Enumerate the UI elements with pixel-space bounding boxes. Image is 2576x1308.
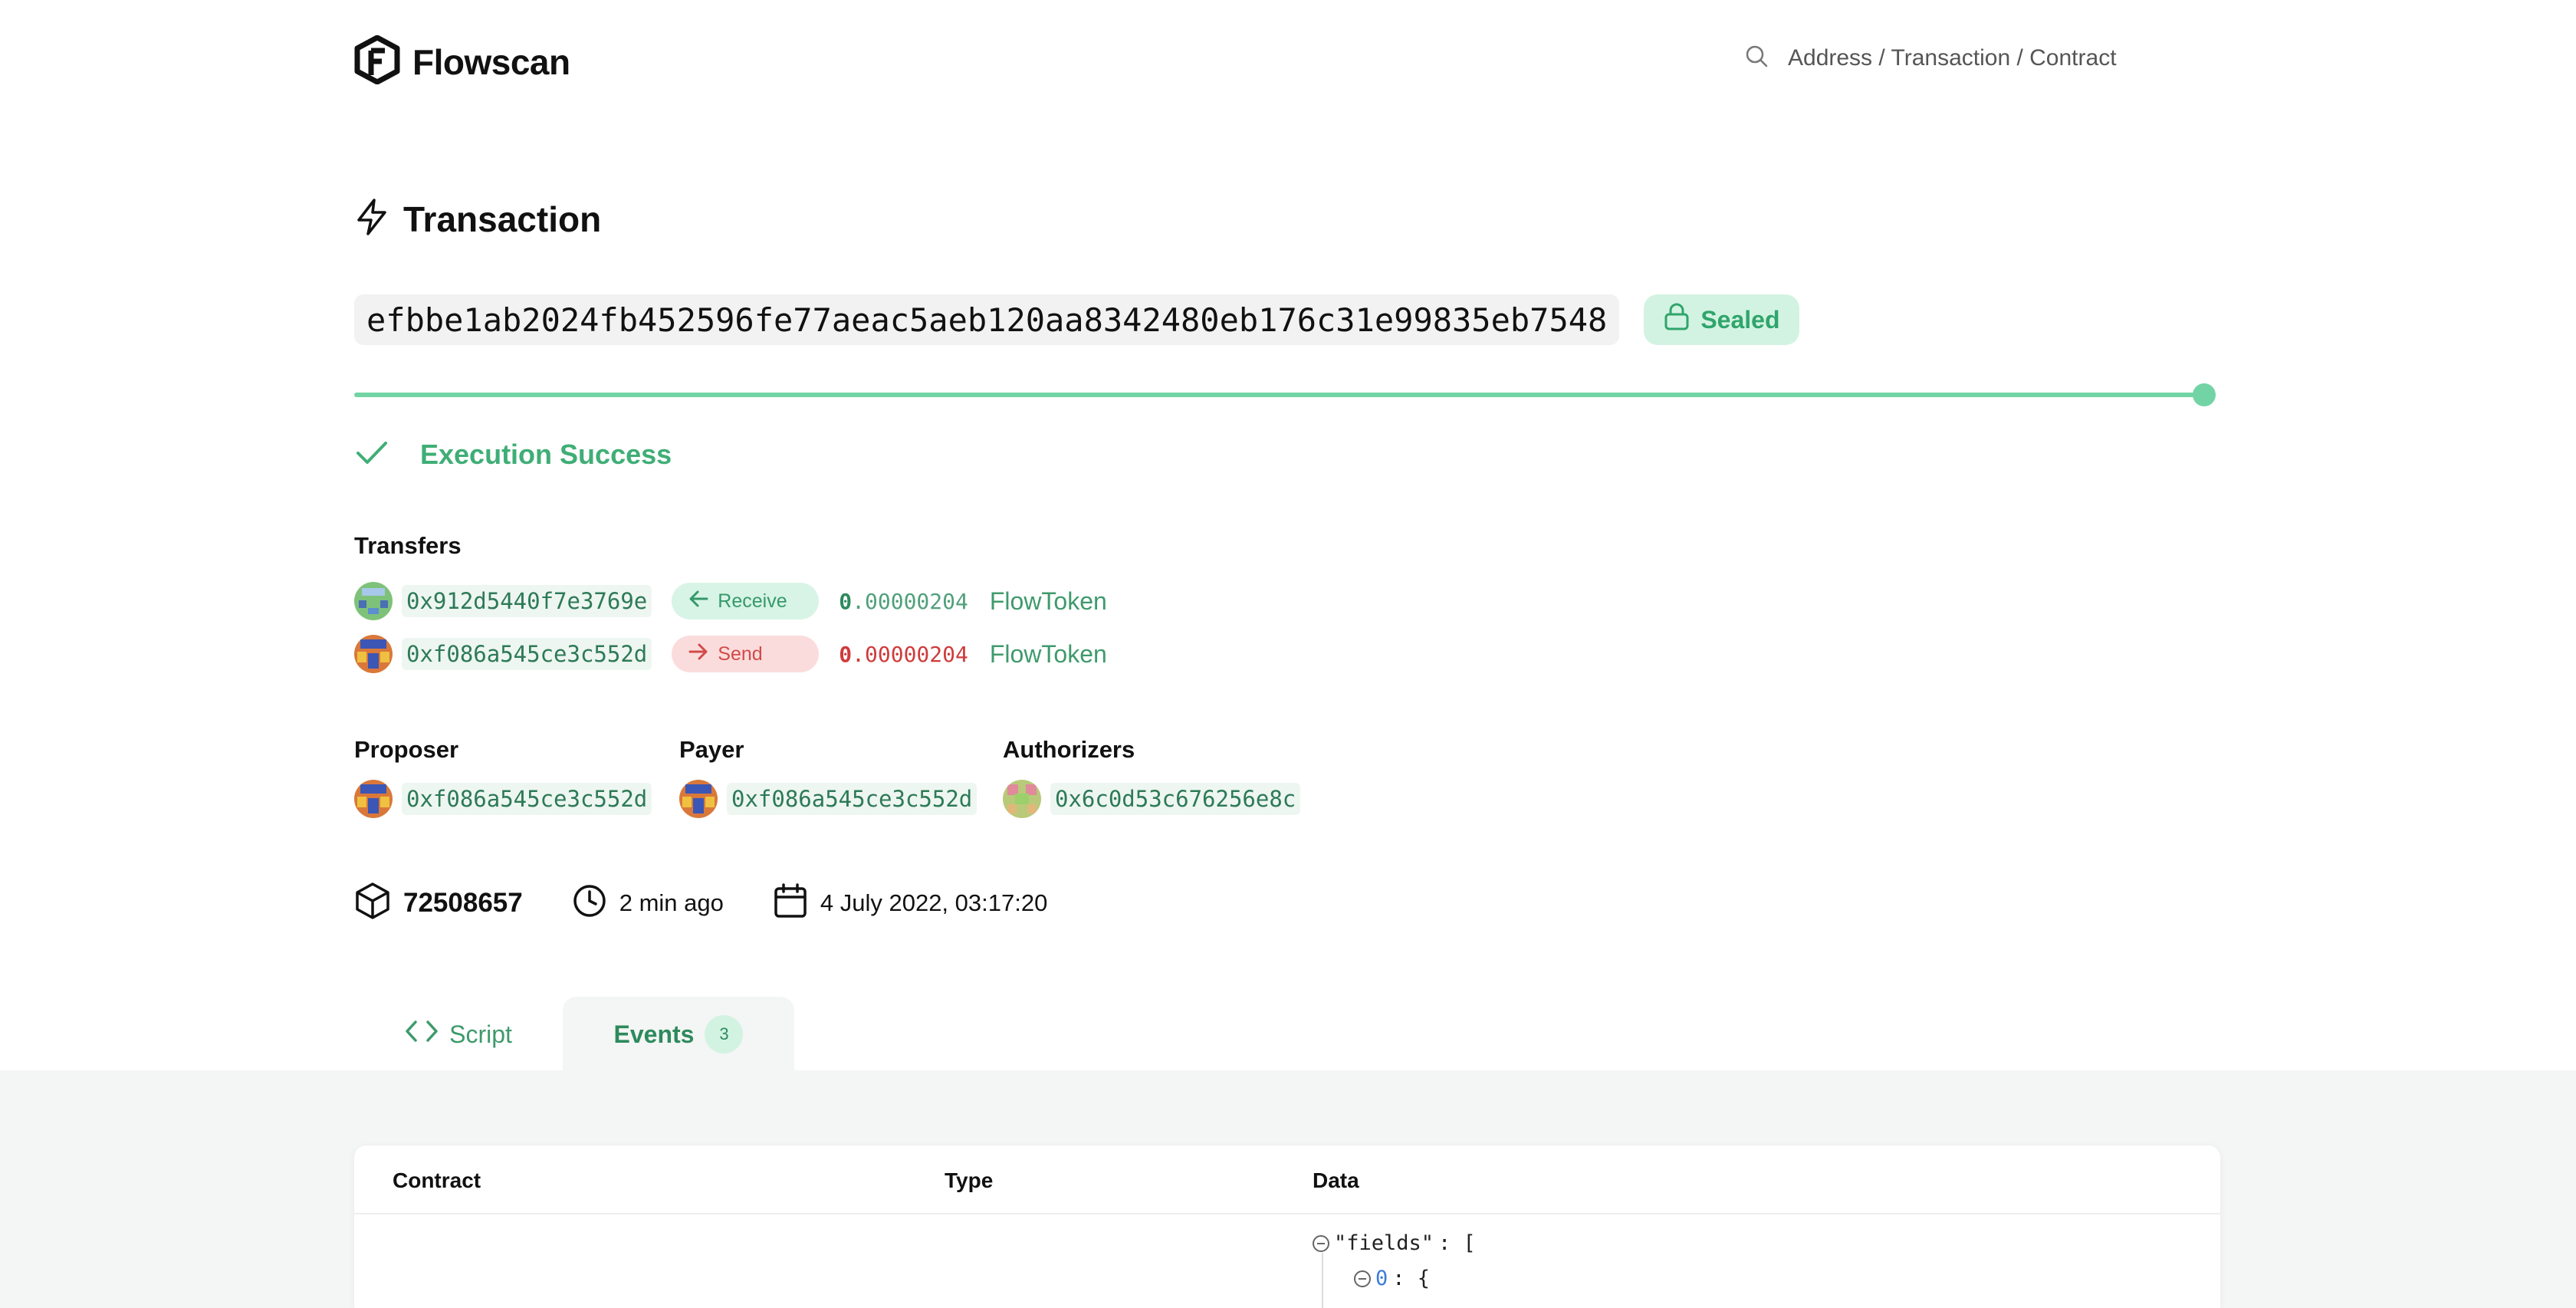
- arrow-left-icon: [688, 590, 708, 613]
- page-title: Transaction: [403, 199, 602, 239]
- relative-time: 2 min ago: [572, 883, 724, 922]
- status-badge-label: Sealed: [1700, 305, 1780, 334]
- collapse-icon[interactable]: [1313, 1234, 1329, 1252]
- authorizer-address[interactable]: 0x6c0d53c676256e8c: [1050, 783, 1301, 815]
- send-pill: Send: [672, 636, 820, 672]
- receive-pill-label: Receive: [718, 590, 787, 612]
- page-title-row: Transaction: [354, 198, 601, 240]
- authorizers-heading: Authorizers: [1003, 736, 1135, 763]
- authorizer-address-row: 0x6c0d53c676256e8c: [1003, 780, 1301, 818]
- payer-address-row: 0xf086a545ce3c552d: [679, 780, 978, 818]
- check-icon: [354, 439, 389, 471]
- block-height-value: 72508657: [403, 887, 523, 918]
- json-key: "fields": [1334, 1231, 1434, 1255]
- avatar: [354, 780, 393, 818]
- tab-events-label: Events: [613, 1020, 695, 1048]
- proposer-address[interactable]: 0xf086a545ce3c552d: [402, 783, 652, 815]
- top-header: Flowscan Address / Transaction / Contrac…: [0, 0, 2576, 123]
- avatar: [354, 635, 393, 673]
- events-table-header: Contract Type Data: [354, 1145, 2220, 1214]
- relative-time-text: 2 min ago: [619, 889, 724, 916]
- proposer-heading: Proposer: [354, 736, 459, 763]
- clock-icon: [572, 883, 607, 922]
- json-punct: : {: [1392, 1267, 1431, 1290]
- cube-icon: [354, 882, 391, 924]
- timestamp: 4 July 2022, 03:17:20: [773, 882, 1047, 923]
- events-table: Contract Type Data "fields" : [ 0 : {: [354, 1145, 2220, 1308]
- search-bar[interactable]: Address / Transaction / Contract: [1745, 44, 2117, 71]
- lightning-icon: [354, 198, 389, 240]
- transfer-address[interactable]: 0x912d5440f7e3769e: [402, 585, 652, 617]
- json-line-index: 0 : {: [1354, 1267, 1430, 1290]
- flowscan-logo[interactable]: Flowscan: [354, 35, 570, 88]
- block-height[interactable]: 72508657: [354, 882, 523, 924]
- tab-script[interactable]: Script: [354, 997, 563, 1072]
- tab-events[interactable]: Events 3: [563, 997, 794, 1072]
- progress-end-dot: [2193, 383, 2216, 406]
- search-placeholder: Address / Transaction / Contract: [1788, 44, 2117, 71]
- arrow-right-icon: [688, 642, 708, 666]
- logo-text: Flowscan: [412, 41, 570, 82]
- transfer-amount: 0.00000204: [839, 588, 968, 614]
- lock-icon: [1664, 303, 1690, 337]
- token-link[interactable]: FlowToken: [990, 640, 1107, 669]
- timestamp-text: 4 July 2022, 03:17:20: [820, 889, 1048, 916]
- send-pill-label: Send: [718, 642, 763, 665]
- status-progress-bar: [354, 383, 2216, 406]
- column-header-data: Data: [1313, 1168, 1359, 1192]
- avatar: [1003, 780, 1041, 818]
- json-indent-guide: [1322, 1253, 1323, 1308]
- detail-tabs: Script Events 3: [354, 997, 794, 1072]
- payer-heading: Payer: [679, 736, 744, 763]
- status-badge: Sealed: [1644, 294, 1800, 345]
- transfer-row: 0xf086a545ce3c552d Send 0.00000204 FlowT…: [354, 635, 1107, 673]
- calendar-icon: [773, 882, 808, 923]
- transaction-meta: 72508657 2 min ago 4 July 2022, 03:17:20: [354, 882, 1047, 924]
- json-index: 0: [1375, 1267, 1388, 1290]
- collapse-icon[interactable]: [1354, 1270, 1371, 1287]
- search-icon: [1745, 44, 1768, 71]
- avatar: [679, 780, 718, 818]
- tab-script-label: Script: [449, 1020, 512, 1048]
- code-icon: [405, 1019, 439, 1050]
- receive-pill: Receive: [672, 583, 820, 619]
- transfer-amount: 0.00000204: [839, 641, 968, 667]
- tx-hash-row: efbbe1ab2024fb452596fe77aeac5aeb120aa834…: [354, 294, 1800, 345]
- execution-status: Execution Success: [354, 439, 672, 471]
- tx-hash[interactable]: efbbe1ab2024fb452596fe77aeac5aeb120aa834…: [354, 294, 1620, 345]
- avatar: [354, 582, 393, 620]
- json-line-fields: "fields" : [: [1313, 1231, 1476, 1255]
- json-punct: : [: [1438, 1231, 1476, 1255]
- token-link[interactable]: FlowToken: [990, 587, 1107, 616]
- execution-status-text: Execution Success: [420, 439, 672, 470]
- column-header-contract: Contract: [393, 1168, 481, 1192]
- proposer-address-row: 0xf086a545ce3c552d: [354, 780, 652, 818]
- transfer-row: 0x912d5440f7e3769e Receive 0.00000204 Fl…: [354, 582, 1107, 620]
- flowscan-logo-icon: [354, 35, 400, 88]
- transfers-heading: Transfers: [354, 532, 462, 559]
- payer-address[interactable]: 0xf086a545ce3c552d: [727, 783, 978, 815]
- events-count-badge: 3: [705, 1015, 744, 1053]
- transfer-address[interactable]: 0xf086a545ce3c552d: [402, 638, 652, 670]
- column-header-type: Type: [945, 1168, 994, 1192]
